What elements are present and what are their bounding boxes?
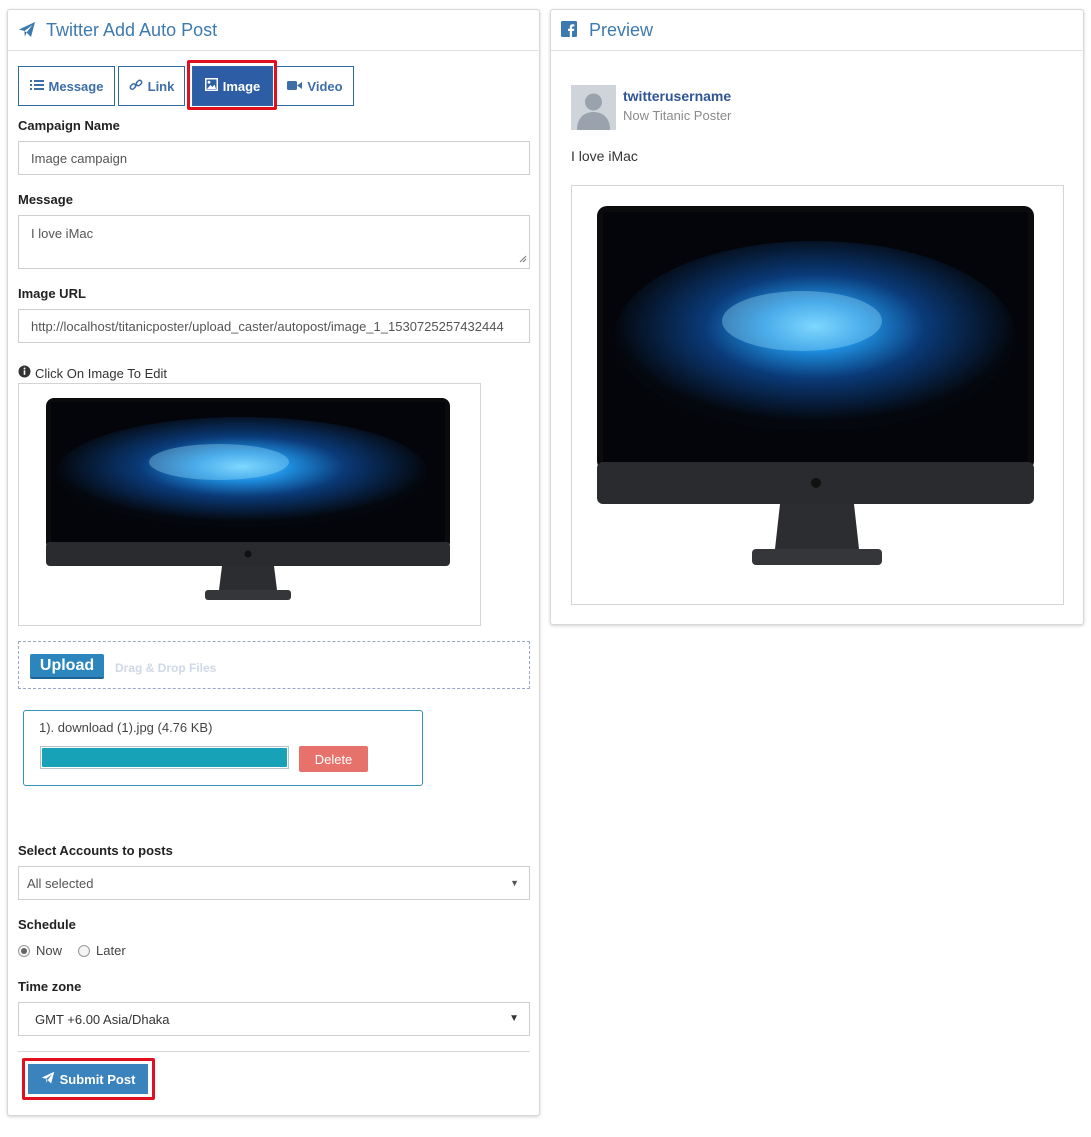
uploaded-file-item: 1). download (1).jpg (4.76 KB) Delete [23,710,423,786]
timezone-label: Time zone [18,979,82,994]
message-textarea[interactable]: I love iMac [18,215,530,269]
upload-progress-bar [40,746,289,769]
schedule-later-radio[interactable] [78,944,91,957]
chevron-down-icon: ▼ [509,1013,519,1024]
accounts-label: Select Accounts to posts [18,843,173,858]
preview-message: I love iMac [571,148,638,164]
image-edit-hint: Click On Image To Edit [18,365,167,381]
tab-video-label: Video [307,78,343,94]
schedule-later-option[interactable]: Later [78,943,126,958]
link-icon [129,78,143,95]
accounts-select[interactable]: All selected ▼ [18,866,530,900]
paper-plane-icon [18,21,36,39]
dropzone[interactable]: Upload Drag & Drop Files [18,641,530,689]
tab-video[interactable]: Video [276,66,354,106]
panel-title: Twitter Add Auto Post [46,19,218,40]
preview-username[interactable]: twitterusername [623,88,731,104]
chevron-down-icon: ▼ [510,878,519,888]
video-icon [287,79,303,94]
preview-header: Preview [551,10,1083,51]
user-silhouette-icon [571,85,616,130]
schedule-later-label: Later [96,943,126,958]
upload-button[interactable]: Upload [30,654,104,679]
delete-file-button[interactable]: Delete [299,746,368,772]
tab-message-label: Message [48,78,104,94]
schedule-label: Schedule [18,917,76,932]
image-tab-highlight [187,60,277,110]
preview-panel: Preview twitterusername Now Titanic Post… [550,9,1084,625]
campaign-name-label: Campaign Name [18,118,120,133]
timezone-select[interactable]: GMT +6.00 Asia/Dhaka ▼ [18,1002,530,1036]
image-url-input[interactable]: http://localhost/titanicposter/upload_ca… [18,309,530,343]
accounts-select-value: All selected [27,875,94,891]
tab-message[interactable]: Message [18,66,115,106]
message-label: Message [18,192,73,207]
info-icon [18,365,31,381]
upload-progress-fill [42,748,287,767]
panel-header: Twitter Add Auto Post [8,10,539,51]
auto-post-panel: Twitter Add Auto Post Message Link Image… [7,9,540,1116]
campaign-name-input[interactable]: Image campaign [18,141,530,175]
schedule-now-label: Now [36,943,63,958]
preview-title: Preview [589,19,654,40]
image-edit-hint-text: Click On Image To Edit [35,365,167,381]
list-icon [29,79,44,94]
preview-subtitle: Now Titanic Poster [623,108,732,123]
schedule-now-option[interactable]: Now [18,943,62,958]
submit-highlight [22,1058,155,1100]
resize-grip-icon[interactable] [519,251,527,266]
imac-image [46,398,450,600]
divider [18,1051,530,1052]
file-name: 1). download (1).jpg (4.76 KB) [39,720,213,735]
tab-link[interactable]: Link [118,66,185,106]
preview-image [571,185,1064,605]
facebook-icon [561,21,579,39]
message-text: I love iMac [31,226,94,241]
schedule-now-radio[interactable] [18,944,30,957]
image-thumbnail[interactable] [18,383,481,626]
schedule-options: Now Later [18,943,126,958]
tab-link-label: Link [147,78,175,94]
image-url-label: Image URL [18,286,86,301]
timezone-select-value: GMT +6.00 Asia/Dhaka [35,1011,170,1027]
dropzone-text: Drag & Drop Files [115,661,217,675]
imac-image [597,206,1034,565]
avatar [571,85,616,130]
